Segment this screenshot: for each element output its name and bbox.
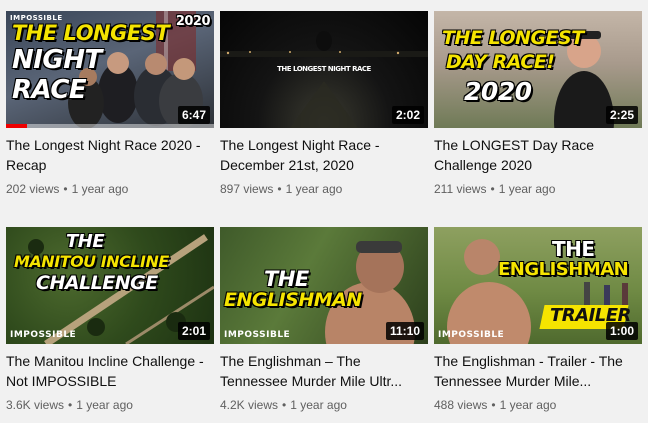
thumbnail-title-line: 2020 <box>464 77 532 106</box>
thumbnail-title-line: THE <box>66 231 105 252</box>
thumbnail-title-line: THE <box>552 237 595 261</box>
video-thumbnail[interactable]: THE LONGEST NIGHT RACE 2:02 <box>220 11 428 128</box>
video-card[interactable]: THE LONGEST NIGHT RACE 2:02 The Longest … <box>220 11 428 198</box>
video-title[interactable]: The Manitou Incline Challenge - Not IMPO… <box>6 351 212 391</box>
thumbnail-title-line: RACE <box>12 75 87 105</box>
thumbnail-title-line: THE LONGEST NIGHT RACE <box>277 65 371 73</box>
duration-badge: 2:01 <box>177 322 210 340</box>
thumbnail-title-line: CHALLENGE <box>36 272 158 294</box>
meta-separator: • <box>277 182 282 196</box>
video-meta: 488 views • 1 year ago <box>434 396 642 414</box>
video-meta: 3.6K views • 1 year ago <box>6 396 214 414</box>
channel-watermark: IMPOSSIBLE <box>438 330 505 340</box>
video-meta: 897 views • 1 year ago <box>220 180 428 198</box>
video-meta: 4.2K views • 1 year ago <box>220 396 428 414</box>
video-title[interactable]: The Englishman – The Tennessee Murder Mi… <box>220 351 426 391</box>
upload-age: 1 year ago <box>76 398 133 412</box>
channel-watermark: IMPOSSIBLE <box>224 330 291 340</box>
channel-watermark: IMPOSSIBLE <box>10 14 63 22</box>
thumbnail-title-line: MANITOU INCLINE <box>14 252 169 271</box>
video-card[interactable]: THE ENGLISHMAN TRAILER IMPOSSIBLE 1:00 T… <box>434 227 642 414</box>
thumbnail-title-line: ENGLISHMAN <box>498 259 629 280</box>
thumbnail-corner-year: 2020 <box>175 14 211 29</box>
video-thumbnail[interactable]: THE MANITOU INCLINE CHALLENGE IMPOSSIBLE… <box>6 227 214 344</box>
video-title[interactable]: The Englishman - Trailer - The Tennessee… <box>434 351 640 391</box>
meta-separator: • <box>491 398 496 412</box>
duration-badge: 1:00 <box>605 322 638 340</box>
meta-separator: • <box>282 398 287 412</box>
view-count: 897 views <box>220 182 274 196</box>
upload-age: 1 year ago <box>285 182 343 196</box>
meta-separator: • <box>490 182 495 196</box>
upload-age: 1 year ago <box>71 182 129 196</box>
video-card[interactable]: THE MANITOU INCLINE CHALLENGE IMPOSSIBLE… <box>6 227 214 414</box>
upload-age: 1 year ago <box>290 398 347 412</box>
thumbnail-title-line: THE <box>264 267 309 291</box>
upload-age: 1 year ago <box>498 182 556 196</box>
video-meta: 211 views • 1 year ago <box>434 180 642 198</box>
duration-badge: 2:02 <box>391 106 424 124</box>
view-count: 3.6K views <box>6 398 65 412</box>
watch-progress-bar <box>6 124 27 128</box>
video-thumbnail[interactable]: THE LONGEST DAY RACE! 2020 2:25 <box>434 11 642 128</box>
view-count: 202 views <box>6 182 60 196</box>
thumbnail-title-line: ENGLISHMAN <box>224 289 362 311</box>
video-title[interactable]: The Longest Night Race 2020 - Recap <box>6 135 212 175</box>
video-thumbnail[interactable]: THE ENGLISHMAN TRAILER IMPOSSIBLE 1:00 <box>434 227 642 344</box>
video-title[interactable]: The Longest Night Race - December 21st, … <box>220 135 426 175</box>
video-thumbnail[interactable]: THE ENGLISHMAN IMPOSSIBLE 11:10 <box>220 227 428 344</box>
thumbnail-title-line: NIGHT <box>12 45 102 75</box>
upload-age: 1 year ago <box>499 398 557 412</box>
video-title[interactable]: The LONGEST Day Race Challenge 2020 <box>434 135 640 175</box>
watch-progress-track <box>6 124 214 128</box>
video-thumbnail[interactable]: THE LONGEST NIGHT RACE 2020 IMPOSSIBLE 6… <box>6 11 214 128</box>
duration-badge: 6:47 <box>177 106 210 124</box>
view-count: 211 views <box>434 182 487 196</box>
video-meta: 202 views • 1 year ago <box>6 180 214 198</box>
thumbnail-title-line: DAY RACE! <box>446 51 555 73</box>
view-count: 4.2K views <box>220 398 279 412</box>
video-grid: THE LONGEST NIGHT RACE 2020 IMPOSSIBLE 6… <box>0 0 648 423</box>
meta-separator: • <box>68 398 73 412</box>
video-card[interactable]: THE LONGEST DAY RACE! 2020 2:25 The LONG… <box>434 11 642 198</box>
thumbnail-title-line: THE LONGEST <box>442 27 584 49</box>
duration-badge: 11:10 <box>385 322 424 340</box>
channel-watermark: IMPOSSIBLE <box>10 330 77 340</box>
thumbnail-title-line: THE LONGEST <box>12 21 170 45</box>
view-count: 488 views <box>434 398 488 412</box>
meta-separator: • <box>63 182 68 196</box>
video-card[interactable]: THE LONGEST NIGHT RACE 2020 IMPOSSIBLE 6… <box>6 11 214 198</box>
video-card[interactable]: THE ENGLISHMAN IMPOSSIBLE 11:10 The Engl… <box>220 227 428 414</box>
duration-badge: 2:25 <box>605 106 638 124</box>
